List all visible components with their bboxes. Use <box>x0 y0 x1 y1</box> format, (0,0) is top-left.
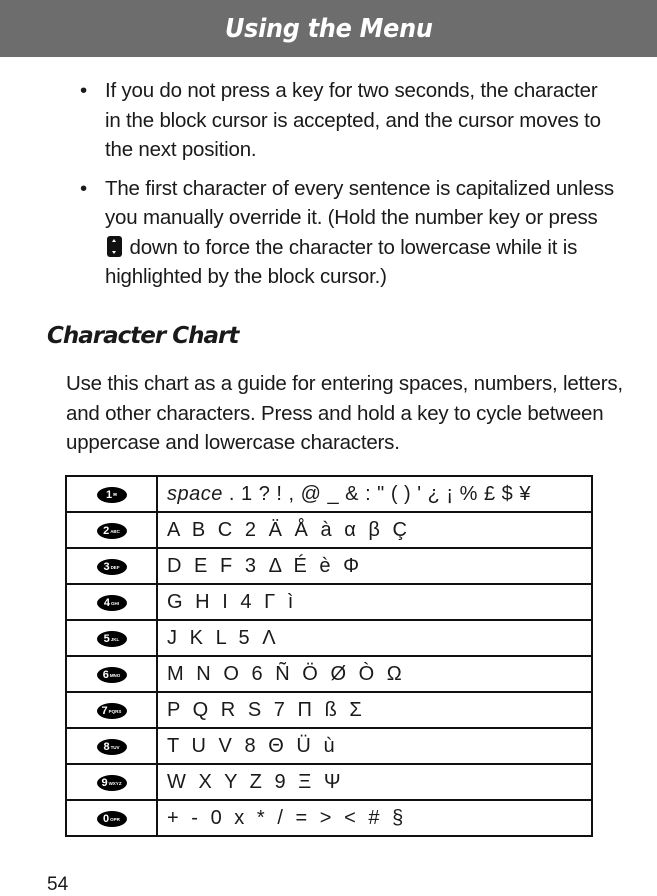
bullet-item: • The first character of every sentence … <box>78 174 618 292</box>
key-9-icon: 9 WXYZ <box>96 775 127 791</box>
nav-key-icon <box>107 235 122 257</box>
key-cell: 8 TUV <box>65 727 158 765</box>
key-number: 1 <box>106 489 113 501</box>
key-5-icon: 5 JKL <box>96 631 127 647</box>
chart-row: 1 ✉ space . 1 ? ! , @ _ & : " ( ) ' ¿ ¡ % … <box>65 475 593 513</box>
key-number: 3 <box>103 561 110 573</box>
space-label: space <box>167 482 223 505</box>
key-6-icon: 6 MNO <box>96 667 127 683</box>
bullet-list: • If you do not press a key for two seco… <box>78 76 618 301</box>
key-cell: 6 MNO <box>65 655 158 693</box>
bullet-text-before: The first character of every sentence is… <box>105 176 614 230</box>
section-title: Character Chart <box>47 323 239 349</box>
chart-row: 9 WXYZ W X Y Z 9 Ξ Ψ <box>65 763 593 801</box>
character-list: A B C 2 Ä Å à α β Ç <box>167 518 408 541</box>
character-list: P Q R S 7 Π ß Σ <box>167 698 363 721</box>
character-chart: 1 ✉ space . 1 ? ! , @ _ & : " ( ) ' ¿ ¡ % … <box>65 475 593 837</box>
chars-cell: T U V 8 Θ Ü ù <box>156 727 593 765</box>
key-letters: DEF <box>110 564 120 570</box>
chars-cell: space . 1 ? ! , @ _ & : " ( ) ' ¿ ¡ % £ … <box>156 475 593 513</box>
key-0-icon: 0 OPR <box>96 811 127 827</box>
key-letters: OPR <box>110 816 120 822</box>
bullet-text-after: down to force the character to lowercase… <box>105 235 578 289</box>
character-list: J K L 5 Λ <box>167 626 277 649</box>
chart-row: 3 DEF D E F 3 Δ É è Φ <box>65 547 593 585</box>
key-cell: 1 ✉ <box>65 475 158 513</box>
key-number: 0 <box>103 813 110 825</box>
key-cell: 2 ABC <box>65 511 158 549</box>
chars-cell: P Q R S 7 Π ß Σ <box>156 691 593 729</box>
key-number: 9 <box>101 777 108 789</box>
key-number: 7 <box>101 705 108 717</box>
character-list: W X Y Z 9 Ξ Ψ <box>167 770 342 793</box>
chart-row: 7 PQRS P Q R S 7 Π ß Σ <box>65 691 593 729</box>
character-list: D E F 3 Δ É è Φ <box>167 554 360 577</box>
page-number: 54 <box>47 874 69 895</box>
character-list: + - 0 x * / = > < # § <box>167 806 404 829</box>
bullet-dot: • <box>80 176 87 200</box>
bullet-item: • If you do not press a key for two seco… <box>78 76 618 165</box>
key-letters: ABC <box>110 528 120 534</box>
key-cell: 5 JKL <box>65 619 158 657</box>
character-list: . 1 ? ! , @ _ & : " ( ) ' ¿ ¡ % £ $ ¥ <box>222 482 531 505</box>
header-title: Using the Menu <box>224 13 433 44</box>
chars-cell: M N O 6 Ñ Ö Ø Ò Ω <box>156 655 593 693</box>
key-cell: 0 OPR <box>65 799 158 837</box>
key-letters: TUV <box>110 744 120 750</box>
key-cell: 4 GHI <box>65 583 158 621</box>
key-2-icon: 2 ABC <box>96 523 127 539</box>
key-number: 4 <box>103 597 111 609</box>
key-cell: 3 DEF <box>65 547 158 585</box>
chart-row: 2 ABC A B C 2 Ä Å à α β Ç <box>65 511 593 549</box>
key-1-icon: 1 ✉ <box>96 487 127 503</box>
chars-cell: A B C 2 Ä Å à α β Ç <box>156 511 593 549</box>
character-list: G H I 4 Γ ì <box>167 590 294 613</box>
key-3-icon: 3 DEF <box>96 559 127 575</box>
key-letters: JKL <box>110 636 120 642</box>
chars-cell: G H I 4 Γ ì <box>156 583 593 621</box>
chars-cell: J K L 5 Λ <box>156 619 593 657</box>
chars-cell: + - 0 x * / = > < # § <box>156 799 593 837</box>
key-number: 2 <box>103 525 110 537</box>
chart-row: 5 JKL J K L 5 Λ <box>65 619 593 657</box>
key-number: 8 <box>103 741 110 753</box>
key-letters: MNO <box>109 672 121 678</box>
key-letters: PQRS <box>108 708 122 714</box>
key-8-icon: 8 TUV <box>96 739 127 755</box>
key-7-icon: 7 PQRS <box>96 703 127 719</box>
character-list: M N O 6 Ñ Ö Ø Ò Ω <box>167 662 403 685</box>
section-intro: Use this chart as a guide for entering s… <box>66 372 623 454</box>
chars-cell: W X Y Z 9 Ξ Ψ <box>156 763 593 801</box>
key-cell: 9 WXYZ <box>65 763 158 801</box>
character-list: T U V 8 Θ Ü ù <box>167 734 336 757</box>
chart-row: 4 GHI G H I 4 Γ ì <box>65 583 593 621</box>
bullet-dot: • <box>80 79 87 102</box>
chart-row: 0 OPR + - 0 x * / = > < # § <box>65 799 593 837</box>
key-number: 5 <box>103 633 110 645</box>
key-letters: GHI <box>111 600 120 606</box>
key-4-icon: 4 GHI <box>96 595 127 611</box>
key-cell: 7 PQRS <box>65 691 158 729</box>
key-letters: ✉ <box>113 492 117 497</box>
chart-row: 6 MNO M N O 6 Ñ Ö Ø Ò Ω <box>65 655 593 693</box>
key-number: 6 <box>102 669 109 681</box>
page-header: Using the Menu <box>0 0 657 57</box>
bullet-text: If you do not press a key for two second… <box>105 79 601 161</box>
chars-cell: D E F 3 Δ É è Φ <box>156 547 593 585</box>
key-letters: WXYZ <box>108 780 122 786</box>
chart-row: 8 TUV T U V 8 Θ Ü ù <box>65 727 593 765</box>
